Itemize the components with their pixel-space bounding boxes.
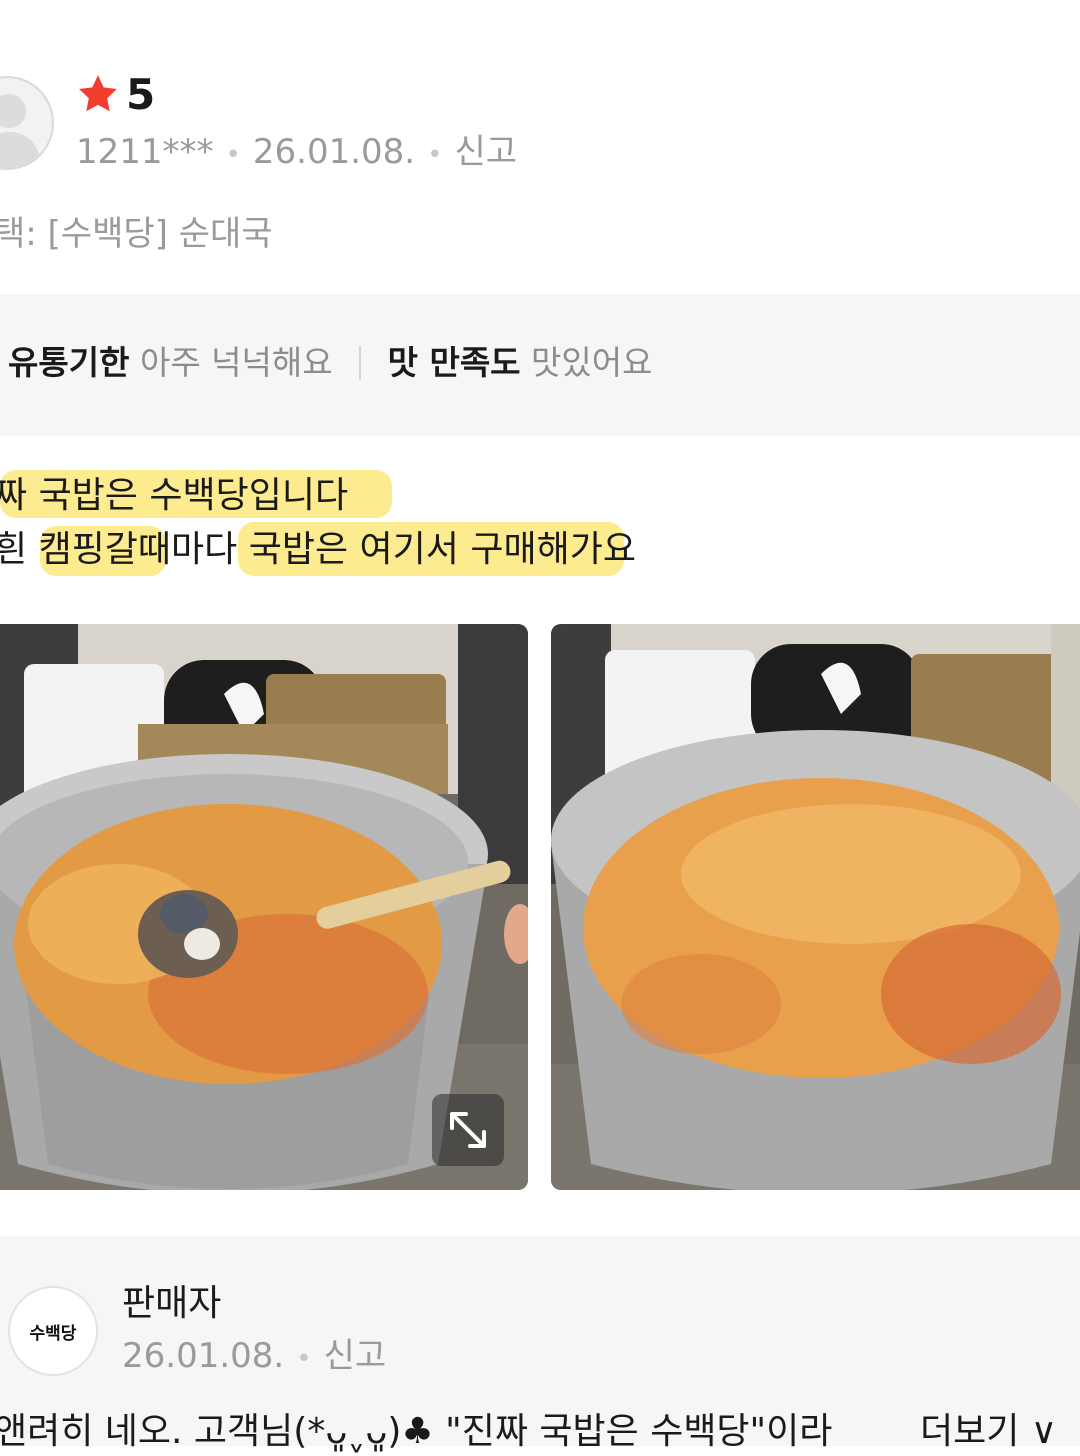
more-button[interactable]: 더보기 ∨	[920, 1408, 1057, 1456]
seller-report-link[interactable]: 신고	[324, 1336, 387, 1376]
rating-value: 5	[126, 70, 156, 119]
seller-logo: 수백당	[8, 1286, 98, 1376]
survey-row: 유통기한 아주 넉넉해요 맛 만족도 맛있어요	[8, 340, 653, 386]
survey-label-taste: 맛 만족도	[387, 343, 521, 382]
survey-label-expiry: 유통기한	[8, 343, 130, 382]
star-icon	[79, 75, 117, 112]
seller-name: 판매자	[122, 1283, 222, 1324]
report-link[interactable]: 신고	[454, 132, 517, 172]
review-photo-2[interactable]	[551, 624, 1080, 1190]
expand-icon	[450, 1112, 486, 1148]
survey-divider	[359, 346, 362, 380]
review-meta: 1211*** • 26.01.08. • 신고	[76, 132, 517, 172]
review-body-line-1: 짜 국밥은 수백당입니다	[0, 475, 349, 516]
survey-value-expiry: 아주 넉넉해요	[139, 343, 333, 382]
purchased-option: 택: [수백당] 순대국	[0, 214, 273, 254]
review-body-line-2: 흰 캠핑갈때마다 국밥은 여기서 구매해가요	[0, 529, 636, 570]
survey-value-taste: 맛있어요	[531, 343, 653, 382]
seller-reply-preview: 앤려히 네오. 고객님(*ᴗ͈ˬᴗ͈)♣ "진짜 국밥은 수백당"이라	[0, 1411, 833, 1452]
reviewer-avatar	[0, 76, 54, 170]
seller-meta: 26.01.08. • 신고	[122, 1336, 387, 1376]
review-date: 26.01.08.	[252, 132, 416, 172]
expand-photo-button[interactable]	[432, 1094, 504, 1166]
reviewer-id: 1211***	[76, 132, 214, 172]
seller-reply-date: 26.01.08.	[122, 1336, 285, 1376]
